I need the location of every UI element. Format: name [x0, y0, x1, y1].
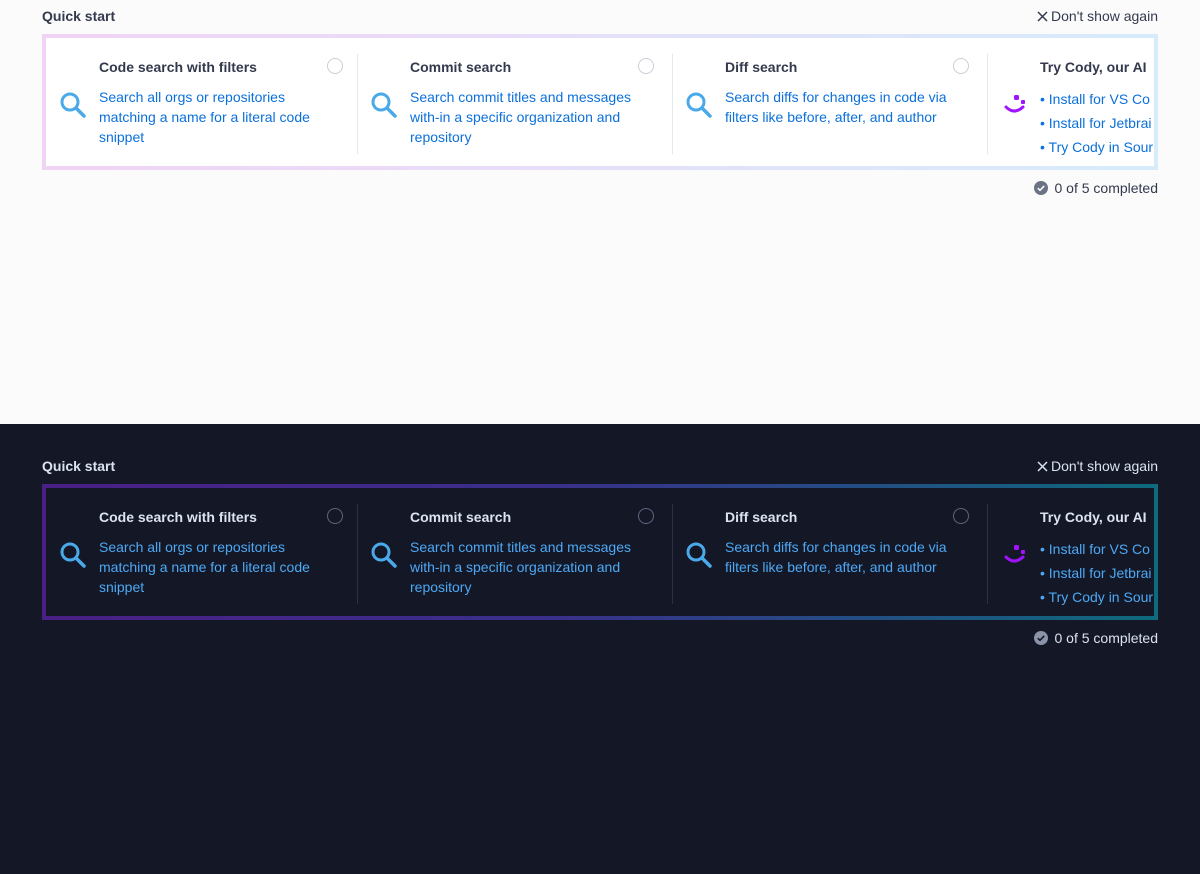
- card-title: Commit search: [410, 59, 512, 75]
- progress-status: 0 of 5 completed: [1034, 180, 1158, 196]
- quick-start-header: Quick start Don't show again: [42, 458, 1158, 476]
- cody-links-list: • Install for VS Co • Install for Jetbra…: [1040, 87, 1153, 159]
- card-diff-search[interactable]: Diff search Search diffs for changes in …: [672, 504, 987, 604]
- card-commit-search[interactable]: Commit search Search commit titles and m…: [357, 504, 672, 604]
- quick-start-cards-frame: Code search with filters Search all orgs…: [42, 34, 1158, 170]
- install-jetbrains-link[interactable]: • Install for Jetbrai: [1040, 115, 1152, 131]
- try-cody-link[interactable]: • Try Cody in Sour: [1040, 139, 1153, 155]
- completion-radio[interactable]: [953, 58, 969, 74]
- install-vscode-link[interactable]: • Install for VS Co: [1040, 91, 1150, 107]
- cody-icon: [1004, 95, 1025, 113]
- progress-text: 0 of 5 completed: [1054, 180, 1158, 196]
- cody-icon: [1004, 545, 1025, 563]
- card-diff-search[interactable]: Diff search Search diffs for changes in …: [672, 54, 987, 154]
- search-icon: [60, 542, 86, 568]
- card-title: Commit search: [410, 509, 512, 525]
- card-title: Code search with filters: [99, 59, 257, 75]
- card-description-link[interactable]: Search commit titles and messages with-i…: [410, 537, 650, 597]
- card-code-search[interactable]: Code search with filters Search all orgs…: [46, 54, 361, 154]
- search-icon: [686, 92, 712, 118]
- cody-links-list: • Install for VS Co • Install for Jetbra…: [1040, 537, 1153, 609]
- try-cody-link[interactable]: • Try Cody in Sour: [1040, 589, 1153, 605]
- card-code-search[interactable]: Code search with filters Search all orgs…: [46, 504, 361, 604]
- check-circle-icon: [1034, 631, 1049, 645]
- card-title: Diff search: [725, 59, 798, 75]
- quick-start-cards: Code search with filters Search all orgs…: [46, 38, 1154, 166]
- close-icon: [1037, 460, 1048, 472]
- dont-show-again-button[interactable]: Don't show again: [1036, 458, 1158, 474]
- search-icon: [371, 542, 397, 568]
- search-icon: [60, 92, 86, 118]
- card-commit-search[interactable]: Commit search Search commit titles and m…: [357, 54, 672, 154]
- dont-show-again-label: Don't show again: [1051, 8, 1158, 24]
- dont-show-again-label: Don't show again: [1051, 458, 1158, 474]
- completion-radio[interactable]: [638, 58, 654, 74]
- card-title: Try Cody, our AI: [1040, 509, 1147, 525]
- card-description-link[interactable]: Search diffs for changes in code via fil…: [725, 87, 965, 127]
- quick-start-cards-frame: Code search with filters Search all orgs…: [42, 484, 1158, 620]
- check-circle-icon: [1034, 181, 1049, 195]
- close-icon: [1037, 10, 1048, 22]
- completion-radio[interactable]: [327, 58, 343, 74]
- completion-radio[interactable]: [327, 508, 343, 524]
- completion-radio[interactable]: [953, 508, 969, 524]
- quick-start-title: Quick start: [42, 458, 116, 474]
- search-icon: [371, 92, 397, 118]
- card-try-cody: Try Cody, our AI • Install for VS Co • I…: [987, 504, 1154, 605]
- card-description-link[interactable]: Search commit titles and messages with-i…: [410, 87, 650, 147]
- quick-start-dark-theme: Quick start Don't show again Code search…: [0, 424, 1200, 874]
- progress-text: 0 of 5 completed: [1054, 630, 1158, 646]
- card-description-link[interactable]: Search all orgs or repositories matching…: [99, 87, 339, 147]
- install-vscode-link[interactable]: • Install for VS Co: [1040, 541, 1150, 557]
- card-try-cody: Try Cody, our AI • Install for VS Co • I…: [987, 54, 1154, 155]
- search-icon: [686, 542, 712, 568]
- card-title: Try Cody, our AI: [1040, 59, 1147, 75]
- card-title: Code search with filters: [99, 509, 257, 525]
- card-title: Diff search: [725, 509, 798, 525]
- quick-start-light-theme: Quick start Don't show again Code search…: [0, 0, 1200, 424]
- completion-radio[interactable]: [638, 508, 654, 524]
- progress-status: 0 of 5 completed: [1034, 630, 1158, 646]
- install-jetbrains-link[interactable]: • Install for Jetbrai: [1040, 565, 1152, 581]
- quick-start-header: Quick start Don't show again: [42, 8, 1158, 26]
- quick-start-title: Quick start: [42, 8, 116, 24]
- card-description-link[interactable]: Search all orgs or repositories matching…: [99, 537, 339, 597]
- dont-show-again-button[interactable]: Don't show again: [1036, 8, 1158, 24]
- quick-start-cards: Code search with filters Search all orgs…: [46, 488, 1154, 616]
- card-description-link[interactable]: Search diffs for changes in code via fil…: [725, 537, 965, 577]
